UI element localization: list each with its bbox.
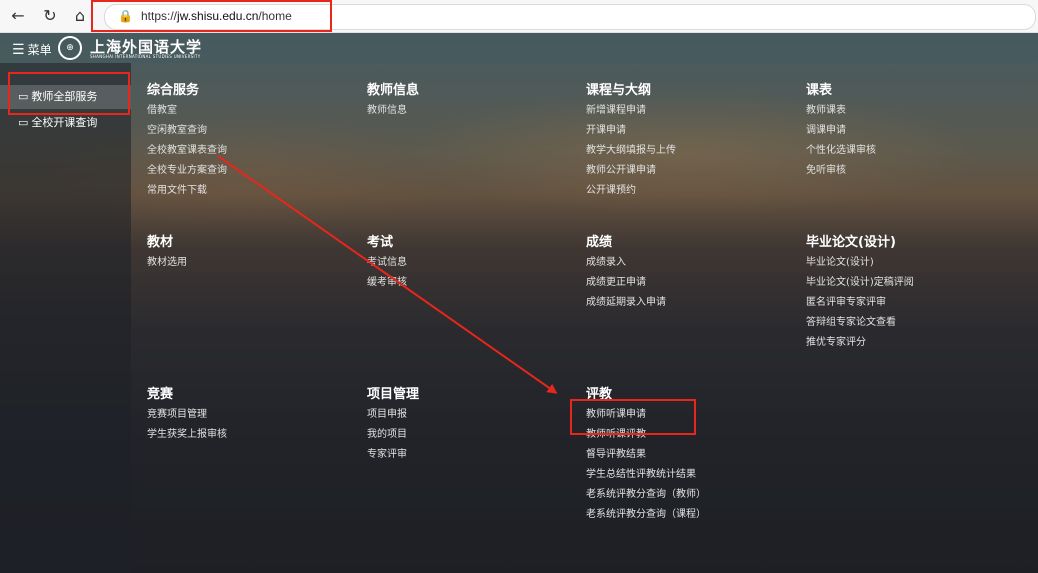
annotation-arrow [217,155,558,394]
